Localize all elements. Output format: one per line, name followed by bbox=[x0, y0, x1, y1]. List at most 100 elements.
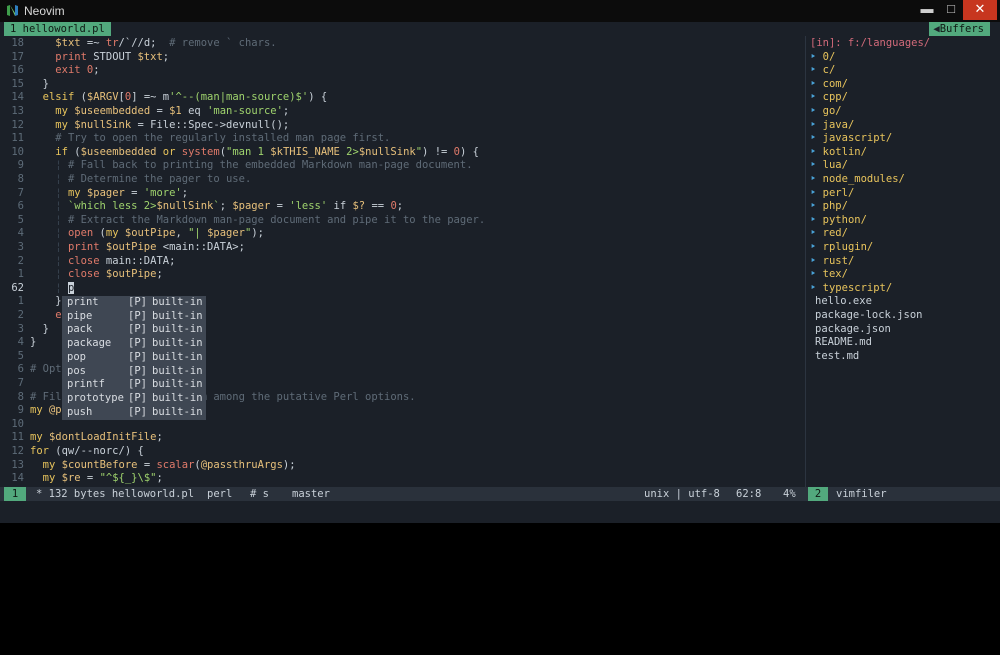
filer-directory[interactable]: ‣ perl/ bbox=[810, 187, 854, 201]
filer-directory[interactable]: ‣ com/ bbox=[810, 78, 848, 92]
code-line[interactable]: 18 $txt =~ tr/`//d; # remove ` chars. bbox=[0, 37, 805, 51]
filer-directory[interactable]: ‣ php/ bbox=[810, 200, 848, 214]
line-number: 14 bbox=[11, 91, 24, 104]
completion-item[interactable]: printf [P] built-in bbox=[62, 378, 206, 392]
filer-directory[interactable]: ‣ cpp/ bbox=[810, 91, 848, 105]
filer-directory[interactable]: ‣ lua/ bbox=[810, 159, 848, 173]
code-line[interactable]: 12 for (qw/--norc/) { bbox=[0, 445, 805, 459]
code-line[interactable]: 16 exit 0; bbox=[0, 64, 805, 78]
code-token: } bbox=[55, 295, 62, 308]
line-number: 18 bbox=[11, 37, 24, 49]
filer-file[interactable]: test.md bbox=[815, 350, 859, 364]
code-token: 'less' bbox=[289, 200, 328, 213]
code-line[interactable]: 7 ¦ my $pager = 'more'; bbox=[0, 187, 805, 201]
filer-file[interactable]: hello.exe bbox=[815, 295, 872, 309]
completion-item[interactable]: push [P] built-in bbox=[62, 406, 206, 420]
code-token: == bbox=[365, 200, 391, 213]
filer-directory[interactable]: ‣ c/ bbox=[810, 64, 835, 78]
completion-source: built-in bbox=[152, 364, 203, 377]
completion-item[interactable]: prototype [P] built-in bbox=[62, 392, 206, 406]
code-line[interactable]: 12 my $nullSink = File::Spec->devnull(); bbox=[0, 119, 805, 133]
code-line[interactable]: 15 } bbox=[0, 78, 805, 92]
code-token: = bbox=[80, 472, 100, 485]
filer-directory[interactable]: ‣ rplugin/ bbox=[810, 241, 873, 255]
completion-item[interactable]: pipe [P] built-in bbox=[62, 310, 206, 324]
folder-caret-icon: ‣ bbox=[810, 227, 823, 240]
filer-file[interactable]: package-lock.json bbox=[815, 309, 922, 323]
filer-directory[interactable]: ‣ java/ bbox=[810, 119, 854, 133]
filer-directory[interactable]: ‣ 0/ bbox=[810, 51, 835, 65]
code-token: ¦ bbox=[30, 186, 68, 199]
completion-item[interactable]: pack [P] built-in bbox=[62, 323, 206, 337]
completion-item[interactable]: package [P] built-in bbox=[62, 337, 206, 351]
completion-word: package bbox=[67, 337, 112, 350]
completion-item[interactable]: pos [P] built-in bbox=[62, 365, 206, 379]
folder-caret-icon: ‣ bbox=[810, 145, 823, 158]
code-text: for (qw/--norc/) { bbox=[30, 445, 144, 459]
code-line[interactable]: 11 my $dontLoadInitFile; bbox=[0, 431, 805, 445]
directory-name: rust/ bbox=[822, 254, 855, 267]
side-buffer-name: vimfiler bbox=[836, 488, 887, 500]
completion-item[interactable]: print [P] built-in bbox=[62, 296, 206, 310]
filer-directory[interactable]: ‣ tex/ bbox=[810, 268, 848, 282]
code-line[interactable]: 9 ¦ # Fall back to printing the embedded… bbox=[0, 159, 805, 173]
filer-directory[interactable]: ‣ rust/ bbox=[810, 255, 854, 269]
code-text: } bbox=[30, 323, 49, 337]
filer-directory[interactable]: ‣ red/ bbox=[810, 227, 848, 241]
code-text: my $useembedded = $1 eq 'man-source'; bbox=[30, 105, 289, 119]
completion-popup[interactable]: print [P] built-in pipe [P] built-in pack [P] bu… bbox=[62, 296, 206, 420]
code-line[interactable]: 6 ¦ `which less 2>$nullSink`; $pager = '… bbox=[0, 200, 805, 214]
code-token: ¦ bbox=[30, 213, 68, 226]
close-button[interactable]: ✕ bbox=[963, 0, 997, 20]
filer-file[interactable]: README.md bbox=[815, 336, 872, 350]
code-text: my $dontLoadInitFile; bbox=[30, 431, 163, 445]
filer-directory[interactable]: ‣ typescript/ bbox=[810, 282, 892, 296]
code-text: ¦ # Extract the Markdown man-page docume… bbox=[30, 214, 485, 228]
buffers-label[interactable]: ◀Buffers bbox=[929, 22, 990, 36]
code-token: "| bbox=[188, 227, 208, 240]
code-line[interactable]: 11 # Try to open the regularly installed… bbox=[0, 132, 805, 146]
code-line[interactable]: 8 ¦ # Determine the pager to use. bbox=[0, 173, 805, 187]
code-token: # Opt bbox=[30, 363, 62, 376]
completion-kind: [P] bbox=[128, 323, 147, 336]
command-line[interactable] bbox=[0, 501, 1000, 523]
code-token: $outPipe bbox=[105, 268, 157, 281]
window-number-badge: 1 bbox=[4, 487, 26, 501]
code-token: my bbox=[42, 472, 56, 485]
filer-directory[interactable]: ‣ kotlin/ bbox=[810, 146, 867, 160]
tab-helloworld[interactable]: 1 helloworld.pl bbox=[4, 22, 111, 36]
minimize-button[interactable]: ▬ bbox=[915, 0, 939, 20]
code-token: ; bbox=[181, 186, 189, 199]
code-line[interactable]: 3 ¦ print $outPipe <main::DATA>; bbox=[0, 241, 805, 255]
directory-name: cpp/ bbox=[822, 91, 848, 104]
line-number: 15 bbox=[11, 77, 24, 90]
code-line[interactable]: 17 print STDOUT $txt; bbox=[0, 51, 805, 65]
code-line[interactable]: 13 my $useembedded = $1 eq 'man-source'; bbox=[0, 105, 805, 119]
tabline: 1 helloworld.pl ◀Buffers bbox=[0, 22, 1000, 36]
code-line[interactable]: 14 my $re = "^${_}\$"; bbox=[0, 472, 805, 486]
code-token: ); bbox=[251, 227, 264, 240]
title-bar: Neovim ▬ □ ✕ bbox=[0, 0, 1000, 22]
filer-directory[interactable]: ‣ go/ bbox=[810, 105, 842, 119]
code-line[interactable]: 62 ¦ p bbox=[0, 281, 805, 296]
code-line[interactable]: 5 ¦ # Extract the Markdown man-page docu… bbox=[0, 214, 805, 228]
filer-file[interactable]: package.json bbox=[815, 323, 891, 337]
code-line[interactable]: 13 my $countBefore = scalar(@passthruArg… bbox=[0, 459, 805, 473]
completion-word: pipe bbox=[67, 309, 93, 322]
maximize-button[interactable]: □ bbox=[939, 0, 963, 20]
completion-word: pack bbox=[67, 323, 93, 336]
filer-directory[interactable]: ‣ javascript/ bbox=[810, 132, 892, 146]
filer-directory[interactable]: ‣ node_modules/ bbox=[810, 173, 905, 187]
code-token: # Determine the pager to use. bbox=[67, 173, 252, 185]
folder-caret-icon: ‣ bbox=[810, 91, 823, 104]
filer-directory[interactable]: ‣ python/ bbox=[810, 214, 867, 228]
line-number: 10 bbox=[11, 417, 24, 430]
vimfiler-pane[interactable]: [in]: f:/languages/‣ 0/‣ c/‣ com/‣ cpp/‣… bbox=[806, 37, 1000, 487]
completion-item[interactable]: pop [P] built-in bbox=[62, 351, 206, 365]
text-cursor: p bbox=[67, 281, 75, 294]
code-line[interactable]: 2 ¦ close main::DATA; bbox=[0, 255, 805, 269]
code-line[interactable]: 10 if ($useembedded or system("man 1 $kT… bbox=[0, 146, 805, 160]
code-line[interactable]: 1 ¦ close $outPipe; bbox=[0, 268, 805, 282]
code-line[interactable]: 4 ¦ open (my $outPipe, "| $pager"); bbox=[0, 227, 805, 241]
code-line[interactable]: 14 elsif ($ARGV[0] =~ m'^--(man|man-sour… bbox=[0, 91, 805, 105]
